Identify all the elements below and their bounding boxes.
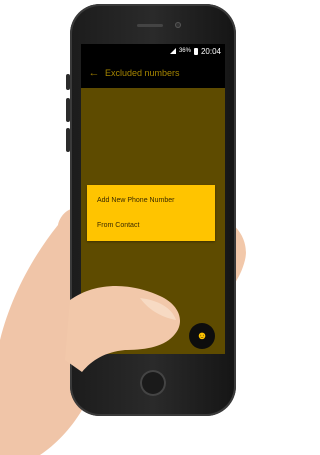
phone-screen: 36% 20:04 ← Excluded numbers Add New Pho…: [81, 44, 225, 354]
phone-home-button[interactable]: [140, 370, 166, 396]
toolbar-title: Excluded numbers: [105, 68, 180, 78]
phone-camera: [175, 22, 181, 28]
status-time: 20:04: [200, 46, 221, 56]
status-bar: 36% 20:04: [81, 44, 225, 58]
toolbar: ← Excluded numbers: [81, 58, 225, 88]
contact-add-icon: ☻: [196, 330, 208, 342]
phone-volume-up: [66, 98, 70, 122]
menu-item-add-new-phone-number[interactable]: Add New Phone Number: [97, 197, 174, 204]
menu-item-from-contact[interactable]: From Contact: [97, 222, 139, 229]
popup-menu: Add New Phone Number From Contact: [87, 185, 215, 241]
battery-percent: 36%: [178, 48, 191, 54]
back-arrow-icon[interactable]: ←: [83, 67, 105, 79]
floating-action-button[interactable]: ☻: [189, 323, 215, 349]
battery-icon: [193, 47, 198, 55]
phone-speaker: [137, 24, 163, 27]
phone-volume-down: [66, 128, 70, 152]
scene: 36% 20:04 ← Excluded numbers Add New Pho…: [0, 0, 256, 455]
signal-icon: [169, 48, 176, 54]
phone-mute-switch: [66, 74, 70, 90]
